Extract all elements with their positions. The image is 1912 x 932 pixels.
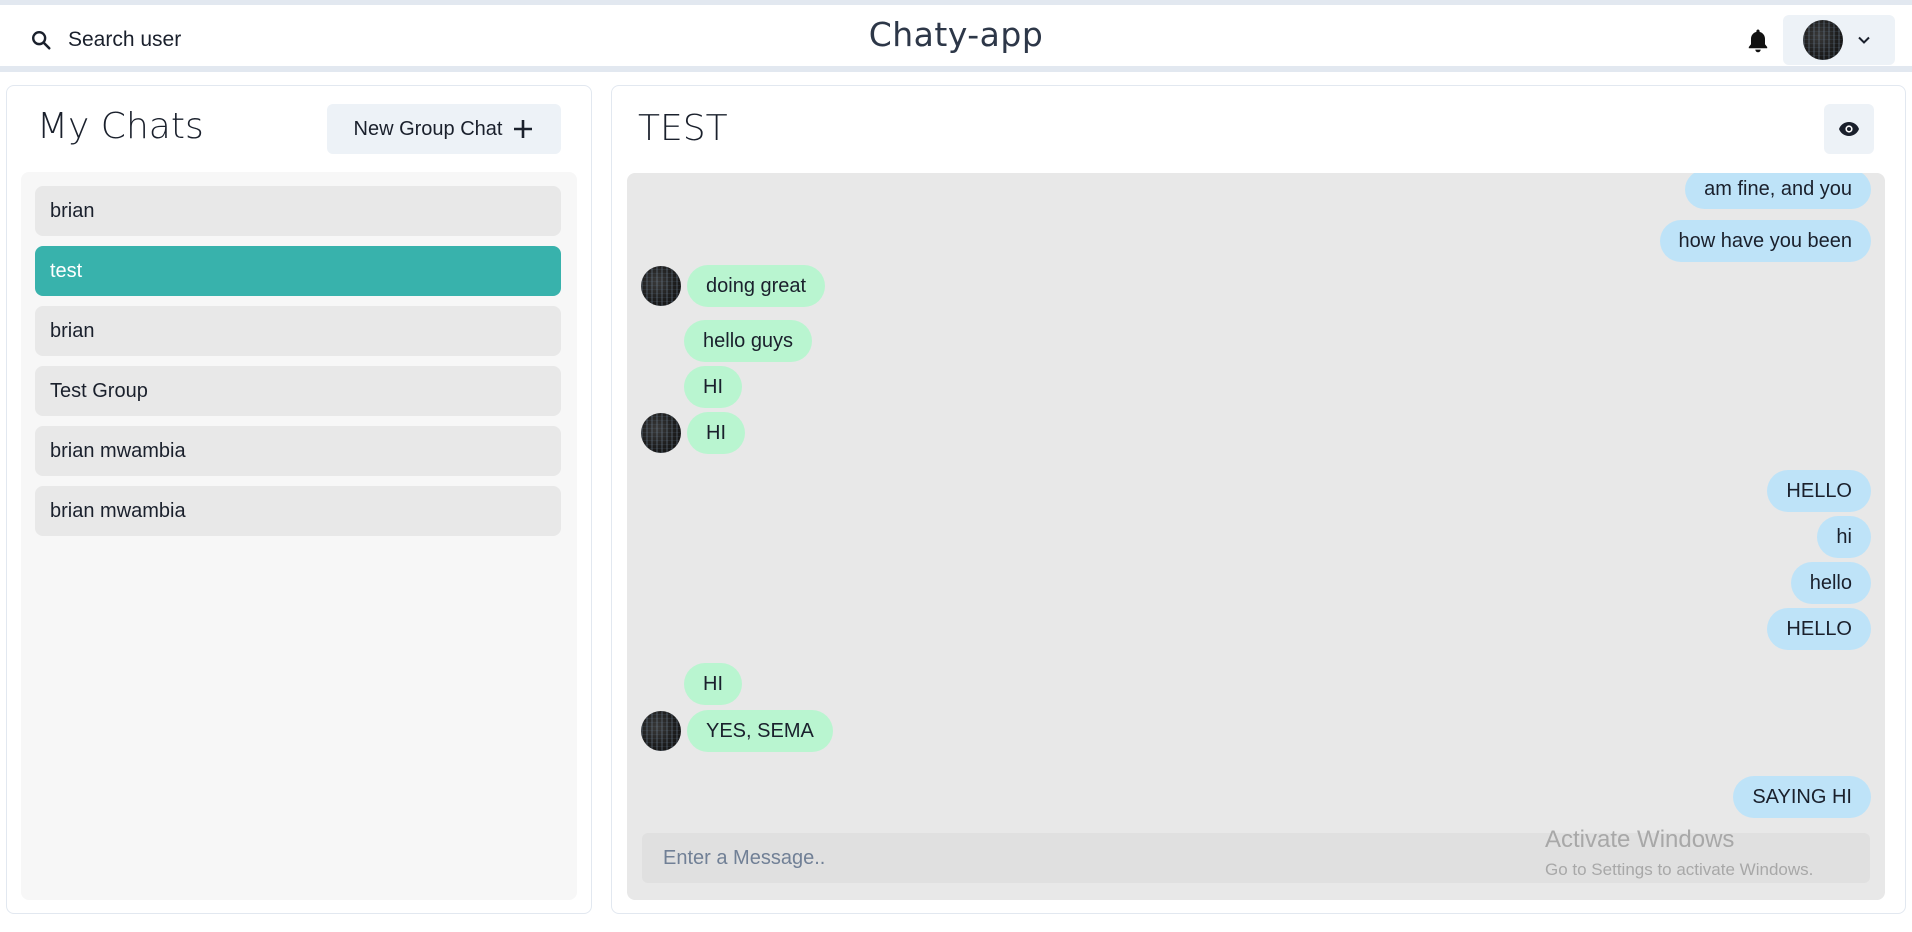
new-group-chat-button[interactable]: New Group Chat xyxy=(327,104,561,154)
message-bubble-sent: am fine, and you xyxy=(1685,173,1871,209)
profile-menu-button[interactable] xyxy=(1783,15,1895,65)
bell-icon xyxy=(1748,29,1768,53)
avatar[interactable] xyxy=(641,266,681,306)
eye-icon xyxy=(1839,122,1859,136)
my-chats-panel: My Chats New Group Chat brian test brian… xyxy=(6,85,592,914)
view-profile-button[interactable] xyxy=(1824,104,1874,154)
chat-list-item[interactable]: brian mwambia xyxy=(35,486,561,536)
message-bubble-sent: hi xyxy=(1817,516,1871,558)
app-title: Chaty-app xyxy=(868,15,1044,54)
message-bubble-received: hello guys xyxy=(684,320,813,362)
avatar[interactable] xyxy=(641,711,681,751)
avatar[interactable] xyxy=(641,413,681,453)
message-bubble-received: HI xyxy=(687,412,745,454)
message-bubble-received: doing great xyxy=(687,265,826,307)
message-bubble-sent: HELLO xyxy=(1767,608,1871,650)
message-bubble-received: HI xyxy=(684,663,742,705)
top-bar: Search user Chaty-app xyxy=(0,0,1912,72)
chat-list-item[interactable]: brian mwambia xyxy=(35,426,561,476)
message-bubble-received: YES, SEMA xyxy=(687,710,833,752)
chat-list: brian test brian Test Group brian mwambi… xyxy=(21,172,577,900)
message-bubble-received: HI xyxy=(684,366,742,408)
chevron-down-icon xyxy=(1858,36,1870,44)
chat-list-item-active[interactable]: test xyxy=(35,246,561,296)
chat-panel: TEST am fine, and you how have you been … xyxy=(611,85,1906,914)
chat-list-item[interactable]: brian xyxy=(35,306,561,356)
chat-list-item[interactable]: Test Group xyxy=(35,366,561,416)
messages-area[interactable]: am fine, and you how have you been doing… xyxy=(627,173,1885,900)
plus-icon xyxy=(514,120,533,138)
new-group-chat-label: New Group Chat xyxy=(353,117,503,140)
my-chats-title: My Chats xyxy=(37,106,204,147)
message-bubble-sent: HELLO xyxy=(1767,470,1871,512)
avatar xyxy=(1803,20,1843,60)
notifications-button[interactable] xyxy=(1741,25,1775,57)
chat-list-item[interactable]: brian xyxy=(35,186,561,236)
message-bubble-sent: SAYING HI xyxy=(1733,776,1871,818)
message-bubble-sent: hello xyxy=(1790,562,1871,604)
message-bubble-sent: how have you been xyxy=(1659,220,1871,262)
chat-title: TEST xyxy=(638,108,728,149)
message-input[interactable] xyxy=(642,833,1870,883)
